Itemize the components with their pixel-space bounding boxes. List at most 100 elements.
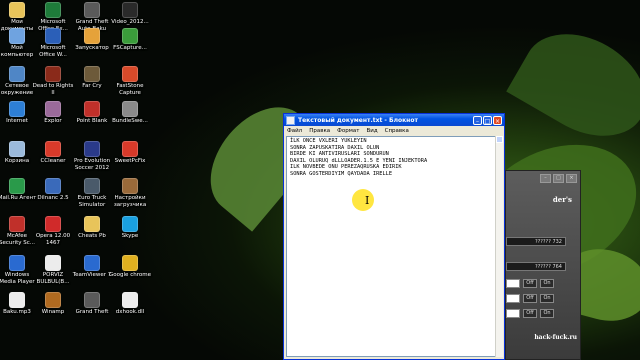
teamviewer-icon <box>84 255 100 271</box>
dll-icon <box>122 292 138 308</box>
mcafee-icon <box>9 216 25 232</box>
wallpaper-leaf <box>506 13 640 157</box>
desktop-icon-label: CCleaner <box>40 158 66 164</box>
trainer-site-label: hack-fuck.ru <box>534 334 577 341</box>
ibeam-cursor-icon: I <box>365 194 370 207</box>
trainer-toggle-row: Off On <box>506 309 554 318</box>
desktop-icon[interactable]: PORVIZ BULBUL(B... <box>31 255 75 297</box>
toggle-off-button[interactable]: Off <box>523 294 537 303</box>
point-blank-icon <box>84 101 100 117</box>
desktop-icon-label: BundleSwe... <box>112 118 148 124</box>
desktop-icon[interactable]: Opera 12.00 1467 <box>31 216 75 258</box>
launcher-icon <box>84 28 100 44</box>
maximize-button[interactable]: □ <box>483 115 492 125</box>
desktop-icon[interactable]: Microsoft Office W... <box>31 28 75 70</box>
skype-icon <box>122 216 138 232</box>
toggle-off-button[interactable]: Off <box>523 279 537 288</box>
desktop-icon-label: Dilnanc 2.5 <box>37 195 69 201</box>
menu-help[interactable]: Справка <box>385 128 409 134</box>
capture-icon <box>122 28 138 44</box>
trainer-input-box[interactable] <box>506 309 520 318</box>
game-icon <box>45 66 61 82</box>
desktop-icon-label: Dead to Rights II <box>32 83 74 96</box>
trainer-value-field[interactable]: ?????? 732 <box>506 237 566 246</box>
trainer-maximize-button[interactable]: □ <box>553 174 564 183</box>
audio-icon <box>9 292 25 308</box>
menu-view[interactable]: Вид <box>366 128 377 134</box>
explorer-icon <box>45 101 61 117</box>
computer-icon <box>9 28 25 44</box>
notepad-text-area[interactable]: İLK ONCE VXLERI YUKLEYIN SONRA ZAPUSKATIR… <box>286 136 496 357</box>
document-icon <box>45 255 61 271</box>
close-button[interactable]: × <box>493 115 502 125</box>
toggle-off-button[interactable]: Off <box>523 309 537 318</box>
word-icon <box>45 28 61 44</box>
desktop-icon[interactable]: SweetPcFix <box>108 141 152 183</box>
desktop-icon-label: Microsoft Office W... <box>39 45 67 58</box>
opera-icon <box>45 216 61 232</box>
desktop-icon[interactable]: Skype <box>108 216 152 258</box>
desktop-icon-label: Explor <box>44 118 62 124</box>
desktop-icon[interactable]: FSCapture... <box>108 28 152 70</box>
desktop-icon-label: Google chrome <box>109 272 151 278</box>
settings-icon <box>122 178 138 194</box>
desktop-icon[interactable]: Winamp <box>31 292 75 334</box>
notepad-icon <box>286 115 295 125</box>
excel-icon <box>45 2 61 18</box>
desktop-icon-label: SweetPcFix <box>114 158 146 164</box>
game-icon <box>84 2 100 18</box>
toggle-on-button[interactable]: On <box>540 309 554 318</box>
desktop-icon-label: FSCapture... <box>113 45 147 51</box>
trainer-window[interactable]: – □ × der's ?????? 732 ?????? 764 Off On… <box>505 170 581 360</box>
toggle-on-button[interactable]: On <box>540 279 554 288</box>
desktop-icon-label: Skype <box>121 233 139 239</box>
desktop-icon-label: Video_2012... <box>111 19 149 25</box>
sweetpcfix-icon <box>122 141 138 157</box>
desktop-icon[interactable]: CCleaner <box>31 141 75 183</box>
text-line: SONRA GOSTERDIYIM QAYDADA IRELLE <box>290 170 393 177</box>
desktop-icon[interactable]: BundleSwe... <box>108 101 152 143</box>
desktop-icon[interactable]: Explor <box>31 101 75 143</box>
mail-agent-icon <box>9 178 25 194</box>
folder-icon <box>84 216 100 232</box>
notepad-titlebar[interactable]: Текстовый документ.txt - Блокнот – □ × <box>284 114 504 126</box>
toggle-on-button[interactable]: On <box>540 294 554 303</box>
menu-edit[interactable]: Правка <box>309 128 330 134</box>
desktop-icon[interactable]: dxhook.dll <box>108 292 152 334</box>
folder-icon <box>9 2 25 18</box>
desktop-icons: Мои документыMicrosoft Office Ex...Grand… <box>0 0 152 360</box>
vertical-scrollbar[interactable] <box>495 136 503 357</box>
notepad-title: Текстовый документ.txt - Блокнот <box>298 116 418 124</box>
chrome-icon <box>122 255 138 271</box>
desktop-icon[interactable]: Dilnanc 2.5 <box>31 178 75 220</box>
trainer-input-box[interactable] <box>506 294 520 303</box>
media-player-icon <box>9 255 25 271</box>
minimize-button[interactable]: – <box>473 115 482 125</box>
desktop-icon[interactable]: Google chrome <box>108 255 152 297</box>
menu-format[interactable]: Формат <box>337 128 359 134</box>
desktop-icon[interactable]: Настройки загрузчика <box>108 178 152 220</box>
trainer-title: der's <box>552 195 572 204</box>
trainer-toggle-row: Off On <box>506 279 554 288</box>
dilnanc-icon <box>45 178 61 194</box>
notepad-window[interactable]: Текстовый документ.txt - Блокнот – □ × Ф… <box>283 113 505 360</box>
trainer-close-button[interactable]: × <box>566 174 577 183</box>
trainer-value-field[interactable]: ?????? 764 <box>506 262 566 271</box>
pes-icon <box>84 141 100 157</box>
game-icon <box>84 292 100 308</box>
menu-file[interactable]: Файл <box>287 128 302 134</box>
cursor-highlight <box>352 189 374 211</box>
desktop-icon-label: dxhook.dll <box>115 309 145 315</box>
desktop-icon-label: FastStone Capture <box>116 83 144 96</box>
bundle-icon <box>122 101 138 117</box>
trainer-input-box[interactable] <box>506 279 520 288</box>
desktop-icon-label: Opera 12.00 1467 <box>35 233 71 246</box>
trainer-minimize-button[interactable]: – <box>540 174 551 183</box>
game-icon <box>84 66 100 82</box>
trainer-window-buttons: – □ × <box>540 174 577 183</box>
trainer-toggle-row: Off On <box>506 294 554 303</box>
desktop-icon-label: Winamp <box>41 309 65 315</box>
recycle-bin-icon <box>9 141 25 157</box>
notepad-text: İLK ONCE VXLERI YUKLEYIN SONRA ZAPUSKATIR… <box>287 137 495 178</box>
scroll-up-arrow-icon[interactable] <box>496 136 503 143</box>
